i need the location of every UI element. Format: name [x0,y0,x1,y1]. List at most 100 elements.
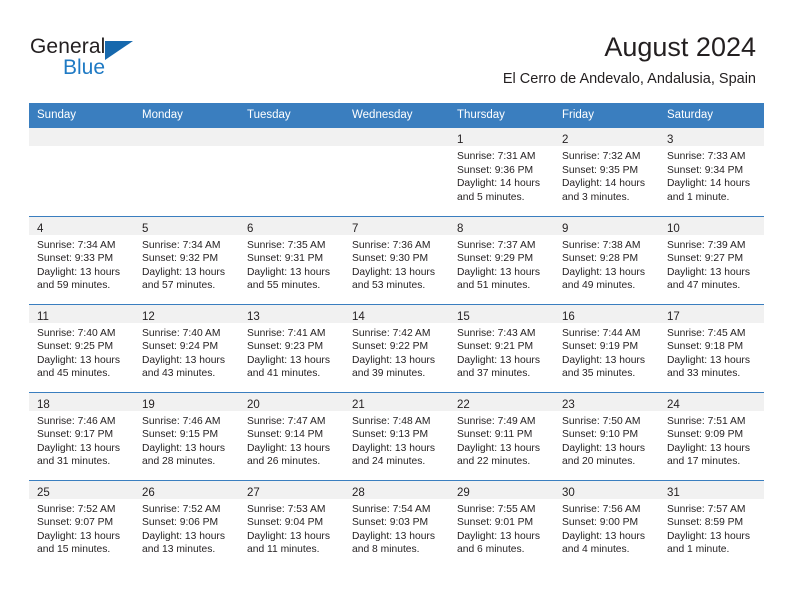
calendar-page: General Blue August 2024 El Cerro de And… [0,0,792,612]
sunrise-text: Sunrise: 7:51 AM [667,415,746,427]
daylight-text-line1: Daylight: 13 hours [667,530,750,542]
daylight-text-line1: Daylight: 13 hours [352,266,435,278]
daylight-text-line1: Daylight: 13 hours [247,266,330,278]
day-cell-details: Sunrise: 7:39 AM Sunset: 9:27 PM Daylight:… [659,235,764,293]
day-cell-details: Sunrise: 7:34 AM Sunset: 9:33 PM Daylight:… [29,235,134,293]
sunrise-text: Sunrise: 7:32 AM [562,151,641,162]
calendar-day-cell[interactable]: 19 Sunrise: 7:46 AM Sunset: 9:15 PM Dayligh… [134,391,239,480]
daylight-text-line1: Daylight: 13 hours [247,442,330,454]
calendar-day-cell[interactable]: 5 Sunrise: 7:34 AM Sunset: 9:32 PM Daylight… [134,215,239,304]
calendar-day-cell[interactable]: 18 Sunrise: 7:46 AM Sunset: 9:17 PM Dayligh… [29,391,134,480]
calendar-day-cell[interactable]: 23 Sunrise: 7:50 AM Sunset: 9:10 PM Dayligh… [554,391,659,480]
daylight-text-line1: Daylight: 13 hours [562,354,645,366]
sunrise-text: Sunrise: 7:33 AM [667,151,746,162]
calendar-day-cell[interactable]: 16 Sunrise: 7:44 AM Sunset: 9:19 PM Dayligh… [554,303,659,392]
sunset-text: Sunset: 9:18 PM [667,341,744,353]
day-cell-details: Sunrise: 7:35 AM Sunset: 9:31 PM Daylight:… [239,235,344,293]
sunset-text: Sunset: 8:59 PM [667,517,744,529]
day-cell-details: Sunrise: 7:40 AM Sunset: 9:24 PM Daylight:… [134,323,239,381]
calendar-day-cell[interactable]: 31 Sunrise: 7:57 AM Sunset: 8:59 PM Dayligh… [659,479,764,568]
day-cell-details: Sunrise: 7:34 AM Sunset: 9:32 PM Daylight:… [134,235,239,293]
calendar-day-cell[interactable]: 26 Sunrise: 7:52 AM Sunset: 9:06 PM Dayligh… [134,479,239,568]
calendar-day-cell[interactable]: 24 Sunrise: 7:51 AM Sunset: 9:09 PM Dayligh… [659,391,764,480]
daylight-text-line1: Daylight: 13 hours [352,354,435,366]
day-number-band: 27 [239,480,344,499]
day-number-band: 14 [344,304,449,323]
calendar-day-cell[interactable]: 20 Sunrise: 7:47 AM Sunset: 9:14 PM Dayligh… [239,391,344,480]
sunrise-text: Sunrise: 7:40 AM [37,327,116,339]
daylight-text-line1: Daylight: 13 hours [142,266,225,278]
sunset-text: Sunset: 9:07 PM [37,517,114,529]
day-number-band: 3 [659,128,764,146]
day-number-band: 26 [134,480,239,499]
sunset-text: Sunset: 9:28 PM [562,253,639,265]
calendar-day-cell-empty [29,128,134,216]
calendar-day-cell[interactable]: 25 Sunrise: 7:52 AM Sunset: 9:07 PM Dayligh… [29,479,134,568]
sunrise-text: Sunrise: 7:43 AM [457,327,536,339]
sunrise-text: Sunrise: 7:41 AM [247,327,326,339]
calendar-day-cell[interactable]: 27 Sunrise: 7:53 AM Sunset: 9:04 PM Dayligh… [239,479,344,568]
sunset-text: Sunset: 9:21 PM [457,341,534,353]
calendar-day-cell[interactable]: 4 Sunrise: 7:34 AM Sunset: 9:33 PM Daylight… [29,215,134,304]
calendar-day-cell[interactable]: 30 Sunrise: 7:56 AM Sunset: 9:00 PM Dayligh… [554,479,659,568]
day-cell-details: Sunrise: 7:51 AM Sunset: 9:09 PM Daylight:… [659,411,764,469]
day-number: 22 [457,398,470,411]
calendar-header-row: Sunday Monday Tuesday Wednesday Thursday… [29,103,764,128]
sunset-text: Sunset: 9:03 PM [352,517,429,529]
sunrise-text: Sunrise: 7:49 AM [457,415,536,427]
day-number: 30 [562,486,575,499]
day-cell-details: Sunrise: 7:43 AM Sunset: 9:21 PM Daylight:… [449,323,554,381]
calendar-day-cell[interactable]: 17 Sunrise: 7:45 AM Sunset: 9:18 PM Dayligh… [659,303,764,392]
sunrise-text: Sunrise: 7:35 AM [247,239,326,251]
calendar-day-cell[interactable]: 9 Sunrise: 7:38 AM Sunset: 9:28 PM Daylight… [554,215,659,304]
calendar-day-cell[interactable]: 14 Sunrise: 7:42 AM Sunset: 9:22 PM Dayligh… [344,303,449,392]
calendar-day-cell[interactable]: 22 Sunrise: 7:49 AM Sunset: 9:11 PM Dayligh… [449,391,554,480]
day-cell-details: Sunrise: 7:40 AM Sunset: 9:25 PM Daylight:… [29,323,134,381]
day-number-band: 22 [449,392,554,411]
daylight-text-line2: and 39 minutes. [352,368,426,380]
sunrise-text: Sunrise: 7:42 AM [352,327,431,339]
calendar-day-cell[interactable]: 28 Sunrise: 7:54 AM Sunset: 9:03 PM Dayligh… [344,479,449,568]
sunrise-text: Sunrise: 7:44 AM [562,327,641,339]
calendar-day-cell[interactable]: 6 Sunrise: 7:35 AM Sunset: 9:31 PM Daylight… [239,215,344,304]
calendar-week-row: 4 Sunrise: 7:34 AM Sunset: 9:33 PM Daylight… [29,215,764,304]
calendar-day-cell[interactable]: 10 Sunrise: 7:39 AM Sunset: 9:27 PM Dayligh… [659,215,764,304]
calendar-day-cell[interactable]: 8 Sunrise: 7:37 AM Sunset: 9:29 PM Daylight… [449,215,554,304]
calendar-day-cell[interactable]: 29 Sunrise: 7:55 AM Sunset: 9:01 PM Dayligh… [449,479,554,568]
calendar-day-cell[interactable]: 7 Sunrise: 7:36 AM Sunset: 9:30 PM Daylight… [344,215,449,304]
calendar-day-cell[interactable]: 1 Sunrise: 7:31 AM Sunset: 9:36 PM Daylight… [449,128,554,216]
calendar-day-cell[interactable]: 12 Sunrise: 7:40 AM Sunset: 9:24 PM Dayligh… [134,303,239,392]
calendar-day-cell[interactable]: 11 Sunrise: 7:40 AM Sunset: 9:25 PM Dayligh… [29,303,134,392]
day-cell-details: Sunrise: 7:52 AM Sunset: 9:07 PM Daylight:… [29,499,134,557]
day-number: 24 [667,398,680,411]
day-number-band: 10 [659,216,764,235]
day-number-band: 2 [554,128,659,146]
calendar-day-cell[interactable]: 3 Sunrise: 7:33 AM Sunset: 9:34 PM Daylight… [659,128,764,216]
sunset-text: Sunset: 9:19 PM [562,341,639,353]
sunrise-text: Sunrise: 7:57 AM [667,503,746,515]
sunrise-text: Sunrise: 7:56 AM [562,503,641,515]
daylight-text-line1: Daylight: 13 hours [352,530,435,542]
day-number-band: 24 [659,392,764,411]
daylight-text-line2: and 45 minutes. [37,368,111,380]
day-number-band: 23 [554,392,659,411]
daylight-text-line1: Daylight: 13 hours [352,442,435,454]
calendar-day-cell[interactable]: 2 Sunrise: 7:32 AM Sunset: 9:35 PM Daylight… [554,128,659,216]
day-number-band [134,128,239,146]
calendar-day-cell[interactable]: 13 Sunrise: 7:41 AM Sunset: 9:23 PM Dayligh… [239,303,344,392]
calendar-week-row: 18 Sunrise: 7:46 AM Sunset: 9:17 PM Dayligh… [29,391,764,480]
daylight-text-line2: and 35 minutes. [562,368,636,380]
daylight-text-line2: and 41 minutes. [247,368,321,380]
day-number: 4 [37,222,44,235]
daylight-text-line2: and 15 minutes. [37,544,111,556]
day-cell-details: Sunrise: 7:49 AM Sunset: 9:11 PM Daylight:… [449,411,554,469]
calendar-day-cell[interactable]: 21 Sunrise: 7:48 AM Sunset: 9:13 PM Dayligh… [344,391,449,480]
daylight-text-line2: and 13 minutes. [142,544,216,556]
day-number-band: 15 [449,304,554,323]
day-number-band: 8 [449,216,554,235]
daylight-text-line1: Daylight: 13 hours [37,354,120,366]
daylight-text-line2: and 22 minutes. [457,456,531,468]
brand-logo[interactable]: General Blue [30,36,170,88]
calendar-day-cell[interactable]: 15 Sunrise: 7:43 AM Sunset: 9:21 PM Dayligh… [449,303,554,392]
page-subtitle: El Cerro de Andevalo, Andalusia, Spain [502,71,756,87]
